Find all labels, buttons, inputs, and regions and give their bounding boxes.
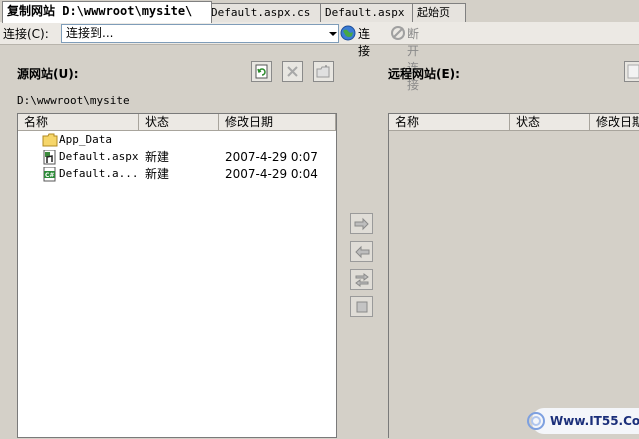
file-status: 新建 bbox=[145, 167, 170, 181]
sync-arrows-icon bbox=[355, 273, 369, 287]
disconnect-icon bbox=[391, 26, 405, 40]
tab-start-page-label: 起始页 bbox=[417, 6, 450, 19]
copy-to-remote-button[interactable] bbox=[350, 213, 373, 234]
source-site-title: 源网站(U): bbox=[17, 67, 79, 81]
source-column-status-label: 状态 bbox=[145, 115, 170, 129]
source-file-list[interactable]: 名称 状态 修改日期 App_Data Default.aspx 新建 2007… bbox=[17, 113, 337, 438]
disconnect-label: 断开连接 bbox=[407, 27, 420, 92]
remote-column-name[interactable]: 名称 bbox=[389, 114, 510, 131]
file-date: 2007-4-29 0:04 bbox=[225, 167, 318, 181]
connect-label: 连接 bbox=[358, 27, 371, 58]
list-item[interactable]: Default.aspx 新建 2007-4-29 0:07 bbox=[18, 149, 336, 165]
file-name: Default.a... bbox=[59, 167, 139, 180]
tab-copy-website[interactable]: 复制网站 D:\wwwroot\mysite\ bbox=[2, 1, 212, 23]
chevron-down-icon[interactable] bbox=[327, 25, 338, 42]
source-column-date[interactable]: 修改日期 bbox=[219, 114, 336, 131]
folder-icon bbox=[42, 133, 58, 147]
refresh-icon bbox=[627, 64, 639, 79]
cs-file-icon: C# bbox=[43, 167, 56, 182]
stop-icon bbox=[356, 301, 368, 313]
remote-column-status-label: 状态 bbox=[516, 115, 541, 129]
tab-start-page[interactable]: 起始页 bbox=[412, 3, 466, 22]
arrow-left-icon bbox=[355, 245, 370, 259]
svg-text:C#: C# bbox=[45, 172, 54, 179]
new-folder-icon bbox=[316, 65, 330, 78]
site-watermark-logo: Www.IT55.Com bbox=[527, 408, 639, 434]
new-folder-button[interactable] bbox=[313, 61, 334, 82]
delete-icon bbox=[287, 66, 298, 77]
refresh-icon bbox=[255, 64, 268, 79]
tab-default-aspx-label: Default.aspx bbox=[325, 6, 405, 19]
list-item[interactable]: C# Default.a... 新建 2007-4-29 0:04 bbox=[18, 166, 336, 182]
globe-connect-icon bbox=[340, 25, 356, 41]
connection-dropdown-value: 连接到... bbox=[66, 26, 114, 40]
connection-label: 连接(C): bbox=[3, 27, 49, 41]
list-item[interactable]: App_Data bbox=[18, 132, 336, 148]
source-column-status[interactable]: 状态 bbox=[139, 114, 219, 131]
synchronize-button[interactable] bbox=[350, 269, 373, 290]
source-column-name[interactable]: 名称 bbox=[18, 114, 139, 131]
connection-toolbar: 连接(C): 连接到... 连接 断开连接 bbox=[0, 22, 639, 92]
refresh-button[interactable] bbox=[251, 61, 272, 82]
remote-file-list[interactable]: 名称 状态 修改日期 bbox=[388, 113, 639, 439]
file-name: App_Data bbox=[59, 133, 112, 146]
delete-button[interactable] bbox=[282, 61, 303, 82]
source-path: D:\wwwroot\mysite bbox=[17, 94, 130, 107]
watermark-text: Www.IT55.Com bbox=[550, 414, 639, 428]
copy-to-source-button[interactable] bbox=[350, 241, 373, 262]
tab-default-aspx-cs-label: Default.aspx.cs bbox=[211, 6, 311, 19]
remote-column-status[interactable]: 状态 bbox=[510, 114, 590, 131]
remote-column-date-label: 修改日期 bbox=[596, 115, 639, 129]
watermark-swirl-icon bbox=[527, 412, 545, 430]
stop-button[interactable] bbox=[350, 296, 373, 317]
source-column-date-label: 修改日期 bbox=[225, 115, 274, 129]
remote-column-date[interactable]: 修改日期 bbox=[590, 114, 639, 131]
arrow-right-icon bbox=[354, 217, 369, 231]
remote-column-name-label: 名称 bbox=[395, 115, 420, 129]
remote-site-title: 远程网站(E): bbox=[388, 67, 460, 81]
file-name: Default.aspx bbox=[59, 150, 139, 163]
aspx-file-icon bbox=[43, 150, 56, 165]
file-status: 新建 bbox=[145, 150, 170, 164]
tab-default-aspx[interactable]: Default.aspx bbox=[320, 3, 420, 22]
file-date: 2007-4-29 0:07 bbox=[225, 150, 318, 164]
remote-list-empty-area bbox=[389, 131, 639, 439]
connection-dropdown[interactable]: 连接到... bbox=[61, 24, 339, 43]
tab-default-aspx-cs[interactable]: Default.aspx.cs bbox=[206, 3, 328, 22]
remote-refresh-button[interactable] bbox=[624, 61, 639, 82]
document-tab-strip: 复制网站 D:\wwwroot\mysite\ Default.aspx.cs … bbox=[0, 0, 639, 23]
source-column-name-label: 名称 bbox=[24, 115, 49, 129]
tab-copy-website-label: 复制网站 D:\wwwroot\mysite\ bbox=[7, 4, 193, 18]
